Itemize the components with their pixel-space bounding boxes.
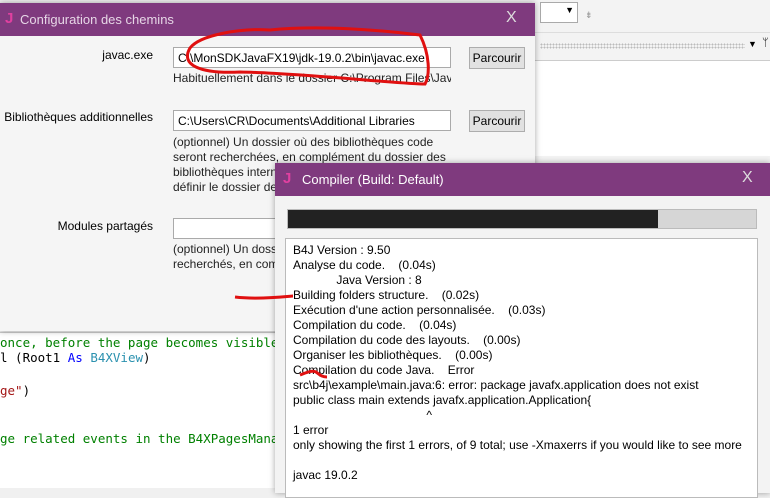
browse-javac-button[interactable]: Parcourir — [469, 47, 525, 69]
log-line: B4J Version : 9.50 — [293, 243, 391, 257]
browse-libs-button[interactable]: Parcourir — [469, 110, 525, 132]
code-token: ) — [143, 350, 151, 365]
code-comment: once, before the page becomes visible. — [0, 335, 276, 350]
code-editor[interactable]: once, before the page becomes visible. l… — [0, 332, 276, 488]
log-line: ^ — [293, 408, 432, 422]
toolbar-dropdown[interactable]: ▼ — [540, 2, 578, 23]
javac-help-text: Habituellement dans le dossier C:\Progra… — [173, 71, 451, 85]
code-line: ge") — [0, 383, 30, 398]
log-line: only showing the first 1 errors, of 9 to… — [293, 438, 742, 452]
log-line: Building folders structure. (0.02s) — [293, 288, 480, 302]
code-type: B4XView — [90, 350, 144, 365]
log-line: Compilation du code. (0.04s) — [293, 318, 457, 332]
b4j-logo-icon: J — [283, 170, 292, 187]
log-line: Compilation du code Java. Error — [293, 363, 475, 377]
close-icon[interactable]: X — [506, 9, 517, 27]
javac-path-input[interactable]: C:\MonSDKJavaFX19\jdk-19.0.2\bin\javac.e… — [173, 47, 451, 68]
compiler-log[interactable]: B4J Version : 9.50 Analyse du code. (0.04… — [285, 238, 758, 498]
panel-drag-handle[interactable] — [540, 43, 745, 49]
log-line: public class main extends javafx.applica… — [293, 393, 592, 407]
code-token: ) — [22, 383, 31, 398]
compiler-dialog: J Compiler (Build: Default) X B4J Versio… — [275, 163, 770, 498]
code-string: ge" — [0, 383, 23, 398]
title-bar[interactable]: J Compiler (Build: Default) X — [275, 163, 770, 196]
progress-bar — [287, 209, 757, 229]
code-line: ge related events in the B4XPagesManage — [0, 431, 276, 446]
progress-fill — [288, 210, 658, 228]
panel-menu-icon[interactable]: ▼ — [748, 39, 757, 49]
b4j-logo-icon: J — [5, 10, 14, 27]
log-line: Compilation du code des layouts. (0.00s) — [293, 333, 521, 347]
libs-path-input[interactable]: C:\Users\CR\Documents\Additional Librari… — [173, 110, 451, 131]
libs-label: Bibliothèques additionnelles — [4, 110, 153, 124]
log-line: 1 error — [293, 423, 329, 437]
title-bar[interactable]: J Configuration des chemins X — [0, 3, 535, 36]
dropdown-arrow-icon: ▼ — [565, 5, 574, 15]
log-line: Analyse du code. (0.04s) — [293, 258, 436, 272]
code-keyword: As — [67, 350, 83, 365]
code-comment: ge related events in the B4XPagesManage — [0, 431, 276, 446]
log-line: Java Version : 8 — [293, 273, 422, 287]
divider — [535, 32, 770, 33]
help-line: (optionnel) Un dossier où des bibliothèq… — [173, 135, 434, 149]
dialog-title: Configuration des chemins — [20, 12, 174, 27]
ide-side-panel — [535, 61, 770, 156]
code-line: once, before the page becomes visible. — [0, 335, 276, 350]
log-line: Organiser les bibliothèques. (0.00s) — [293, 348, 493, 362]
toolbar-overflow-icon[interactable]: ⇟ — [585, 10, 593, 21]
log-line: javac 19.0.2 — [293, 468, 358, 482]
close-icon[interactable]: X — [742, 169, 753, 187]
log-line: src\b4j\example\main.java:6: error: pack… — [293, 378, 699, 392]
code-line: l (Root1 As B4XView) — [0, 350, 151, 365]
modules-label: Modules partagés — [57, 219, 153, 233]
code-token: l (Root1 — [0, 350, 68, 365]
pin-icon[interactable]: ᛘ — [762, 37, 769, 49]
javac-label: javac.exe — [102, 48, 153, 62]
log-line: Exécution d'une action personnalisée. (0… — [293, 303, 546, 317]
dialog-title: Compiler (Build: Default) — [302, 172, 444, 187]
